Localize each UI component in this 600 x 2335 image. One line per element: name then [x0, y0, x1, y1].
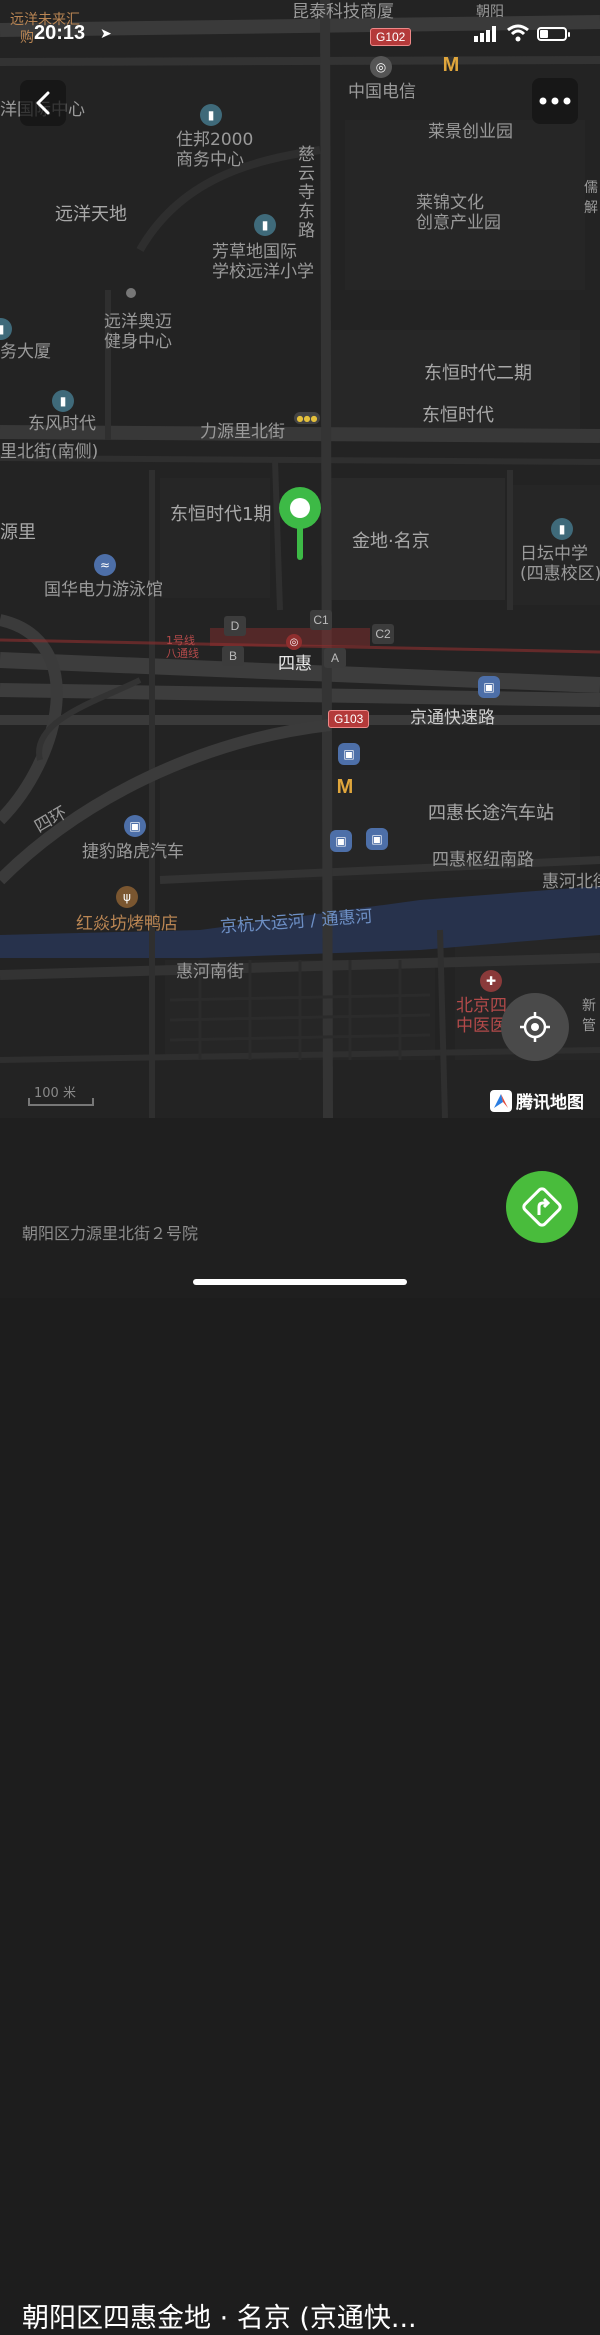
subway-exit-d: D [224, 616, 246, 636]
road-shield-g103: G103 [328, 710, 370, 728]
back-button[interactable] [20, 80, 66, 126]
building-icon: ▮ [200, 104, 222, 126]
map-label: 红焱坊烤鸭店 [76, 914, 178, 934]
mcdonalds-icon: M [336, 775, 354, 798]
map-label: 务大厦 [0, 342, 51, 362]
swim-icon: ≈ [94, 554, 116, 576]
map-label-road: 四惠枢纽南路 [432, 850, 534, 870]
map-label: 东恒时代 [422, 405, 494, 426]
cellular-signal-icon [474, 26, 496, 42]
location-arrow-icon: ➤ [100, 26, 112, 42]
bus-stop-icon: ▣ [478, 676, 500, 698]
subway-exit-a: A [324, 648, 346, 668]
map-label: 东恒时代1期 [170, 504, 272, 525]
map-label: 金地·名京 [352, 531, 430, 552]
map-label-road: 力源里北街 [200, 422, 285, 442]
map-label: 源里 [0, 522, 36, 543]
school-icon: ▮ [551, 518, 573, 540]
locate-me-button[interactable] [501, 993, 569, 1061]
car-dealer-icon: ▣ [124, 815, 146, 837]
map-label: 国华电力游泳馆 [44, 580, 163, 600]
building-icon: ▮ [52, 390, 74, 412]
map-label: 北京四 中医医 [456, 996, 507, 1036]
bus-stop-icon: ▣ [338, 743, 360, 765]
map-label: 东恒时代二期 [424, 363, 532, 384]
map-label-road: 惠河南街 [176, 962, 244, 982]
wifi-icon [507, 24, 529, 42]
subway-exit-c1: C1 [310, 610, 332, 630]
gym-icon [126, 288, 136, 298]
map-label-road: 里北街(南侧) [0, 442, 99, 462]
telecom-icon: ◎ [370, 56, 392, 78]
chevron-left-icon [36, 91, 50, 115]
status-time: 20:13 [34, 22, 86, 44]
map-label: 莱锦文化 创意产业园 [416, 193, 501, 233]
map-label-subway: 1号线 八通线 [166, 634, 199, 660]
place-sheet: 朝阳区四惠金地 · 名京 (京通快... 朝阳区力源里北街２号院 [0, 1118, 600, 2334]
map-label: 新 管 [582, 998, 596, 1034]
home-indicator [193, 1279, 407, 1285]
map-label: 莱景创业园 [428, 122, 513, 142]
map-label: 芳草地国际 学校远洋小学 [212, 242, 314, 282]
map-view[interactable]: 远洋未来汇 购 昆泰科技商厦 G102 朝阳 ◎ M 中国电信 洋国际中心 ▮ … [0, 0, 600, 1118]
hospital-icon: ✚ [480, 970, 502, 992]
map-scale: 100 米 [28, 1082, 98, 1110]
place-address: 朝阳区力源里北街２号院 [22, 1224, 199, 1243]
mcdonalds-icon: M [442, 53, 460, 76]
battery-icon [537, 27, 570, 41]
map-label-road: 慈 云 寺 东 路 [298, 145, 315, 241]
map-label-road: 京通快速路 [410, 708, 495, 728]
subway-exit-b: B [222, 646, 244, 666]
subway-exit-c2: C2 [372, 624, 394, 644]
location-pin-icon [279, 487, 321, 560]
map-label: 日坛中学 (四惠校区) [520, 544, 600, 584]
map-label: 远洋天地 [55, 204, 127, 225]
map-label: 住邦2000 商务中心 [176, 130, 254, 170]
bus-stop-icon: ▣ [366, 828, 388, 850]
restaurant-icon: ψ [116, 886, 138, 908]
status-bar: 20:13 ➤ [0, 0, 600, 50]
map-label: 儒 解 [584, 180, 598, 216]
map-brand: 腾讯地图 [490, 1088, 584, 1113]
scale-bar [28, 1098, 94, 1106]
map-label: 远洋奥迈 健身中心 [104, 312, 172, 352]
map-label: 东风时代 [28, 414, 96, 434]
tencent-map-logo-icon [490, 1089, 512, 1112]
map-label: 中国电信 [348, 82, 416, 102]
navigation-route-icon [522, 1187, 562, 1227]
brand-label: 腾讯地图 [516, 1093, 584, 1113]
map-label-road: 惠河北街 [542, 872, 600, 892]
map-label: 捷豹路虎汽车 [82, 842, 184, 862]
traffic-light-icon: ●●● [294, 412, 320, 424]
more-icon [539, 97, 571, 105]
subway-icon: ◎ [286, 634, 302, 650]
more-options-button[interactable] [532, 78, 578, 124]
bus-stop-icon: ▣ [330, 830, 352, 852]
crosshair-icon [520, 1012, 550, 1042]
map-label-station: 四惠 [278, 654, 312, 674]
navigate-button[interactable] [506, 1171, 578, 1243]
school-icon: ▮ [254, 214, 276, 236]
map-label: 四惠长途汽车站 [428, 803, 554, 824]
place-title: 朝阳区四惠金地 · 名京 (京通快... [22, 2303, 417, 2334]
